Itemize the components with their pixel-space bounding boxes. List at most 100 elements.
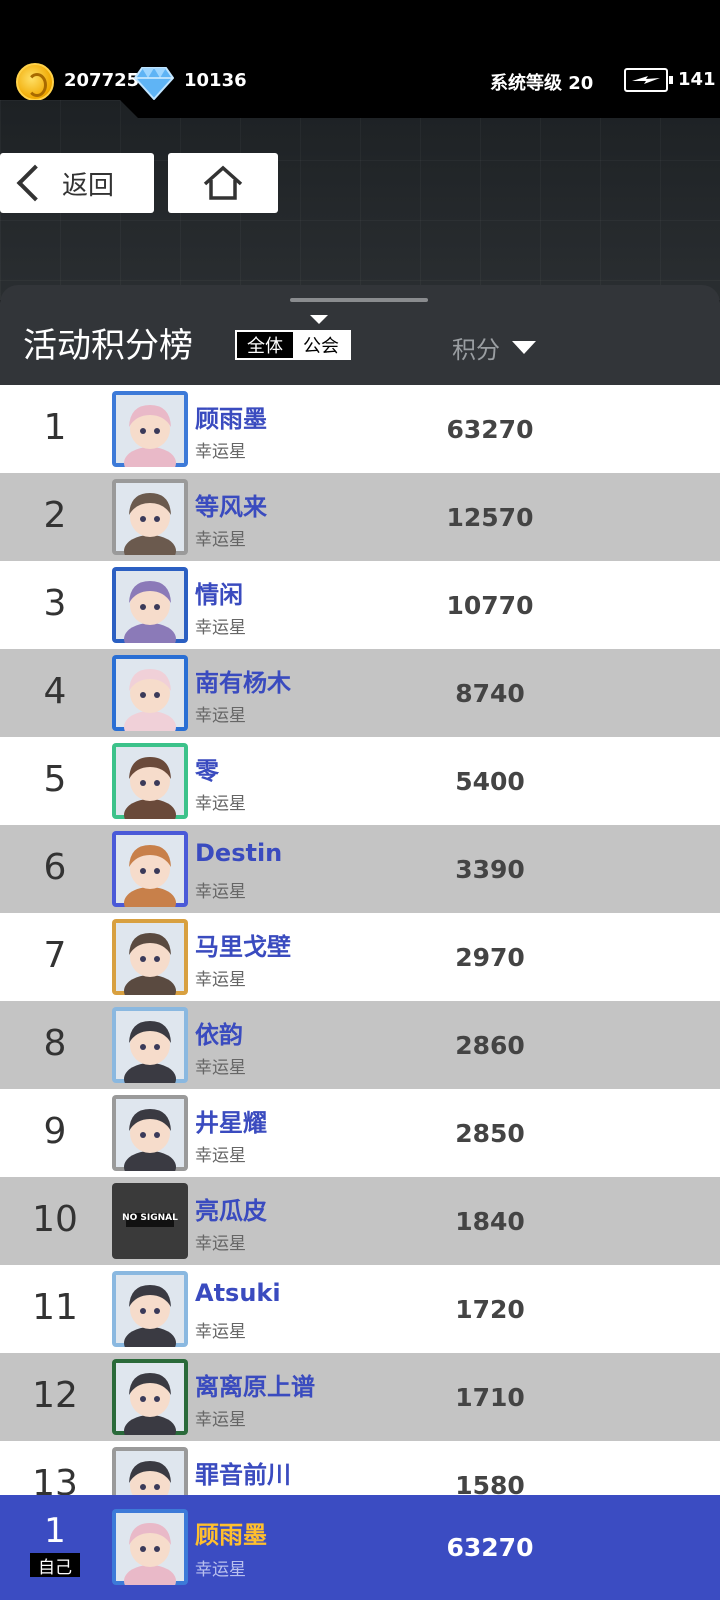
rank-number: 7 bbox=[43, 935, 67, 976]
diamond-count: 10136 bbox=[184, 70, 247, 91]
self-score: 63270 bbox=[446, 1533, 534, 1562]
table-row[interactable]: 4 南有杨木 幸运星 8740 bbox=[0, 649, 720, 737]
table-row[interactable]: 1 顾雨墨幸运星 63270 bbox=[0, 385, 720, 473]
avatar[interactable] bbox=[112, 567, 188, 643]
table-row[interactable]: 8 依韵 幸运星 2860 bbox=[0, 1001, 720, 1089]
diamond-icon bbox=[134, 67, 174, 100]
avatar-portrait-icon bbox=[112, 831, 188, 907]
avatar[interactable] bbox=[112, 1007, 188, 1083]
sort-dropdown[interactable]: 积分 bbox=[452, 330, 536, 365]
player-score: 1580 bbox=[455, 1471, 525, 1495]
player-title: 幸运星 bbox=[195, 442, 246, 462]
rank-number: 8 bbox=[43, 1023, 67, 1064]
page-title: 活动积分榜 bbox=[23, 326, 193, 366]
avatar[interactable] bbox=[112, 919, 188, 995]
chevron-left-icon bbox=[16, 164, 54, 202]
avatar[interactable] bbox=[112, 1447, 188, 1495]
avatar[interactable] bbox=[112, 1271, 188, 1347]
self-rank: 1 bbox=[44, 1511, 66, 1551]
avatar[interactable] bbox=[112, 391, 188, 467]
system-level: 系统等级 20 bbox=[490, 73, 594, 94]
player-title: 幸运星 bbox=[195, 1058, 246, 1078]
avatar-portrait-icon bbox=[112, 567, 188, 643]
avatar-portrait-icon bbox=[112, 1095, 188, 1171]
avatar-portrait-icon bbox=[112, 479, 188, 555]
table-row[interactable]: 12 离离原上谱 幸运星 1710 bbox=[0, 1353, 720, 1441]
avatar-portrait-icon bbox=[112, 1271, 188, 1347]
home-button[interactable] bbox=[168, 153, 278, 213]
rank-number: 4 bbox=[43, 671, 67, 712]
sort-label: 积分 bbox=[452, 336, 500, 364]
rank-number: 11 bbox=[32, 1287, 78, 1328]
table-row[interactable]: 9 井星耀幸运星 2850 bbox=[0, 1089, 720, 1177]
player-name: 依韵 bbox=[195, 1021, 243, 1049]
back-label: 返回 bbox=[62, 170, 115, 201]
player-score: 8740 bbox=[455, 679, 525, 708]
status-bar: 207725 10136 系统等级 20 141 bbox=[0, 0, 720, 115]
table-row[interactable]: 7 马里戈壁 幸运星 2970 bbox=[0, 913, 720, 1001]
table-row[interactable]: 10 NO SIGNAL 亮瓜皮 幸运星 1840 bbox=[0, 1177, 720, 1265]
tab-all[interactable]: 全体 bbox=[237, 332, 293, 358]
player-title: 幸运星 bbox=[195, 882, 246, 902]
table-row[interactable]: 2 等风来 幸运星 12570 bbox=[0, 473, 720, 561]
player-score: 1710 bbox=[455, 1383, 525, 1412]
avatar-portrait-icon bbox=[112, 919, 188, 995]
avatar-portrait-icon bbox=[112, 1509, 188, 1585]
avatar[interactable] bbox=[112, 479, 188, 555]
tab-guild[interactable]: 公会 bbox=[293, 332, 349, 358]
energy-icon bbox=[624, 68, 673, 92]
rank-number: 13 bbox=[32, 1463, 78, 1495]
table-row[interactable]: 13罪音前川幸运星1580 bbox=[0, 1441, 720, 1495]
player-name: 罪音前川 bbox=[195, 1461, 291, 1489]
avatar[interactable] bbox=[112, 743, 188, 819]
avatar[interactable] bbox=[112, 1509, 188, 1585]
avatar-portrait-icon bbox=[112, 1447, 188, 1495]
player-name: 南有杨木 bbox=[195, 669, 291, 697]
back-button[interactable]: 返回 bbox=[0, 153, 154, 213]
player-score: 12570 bbox=[446, 503, 534, 532]
coin-count: 207725 bbox=[64, 70, 140, 91]
player-name: 离离原上谱 bbox=[195, 1373, 315, 1401]
table-row[interactable]: 3 情闲 幸运星 10770 bbox=[0, 561, 720, 649]
player-score: 2970 bbox=[455, 943, 525, 972]
player-score: 10770 bbox=[446, 591, 534, 620]
player-name: 井星耀 bbox=[195, 1109, 267, 1137]
player-name: 零 bbox=[195, 757, 219, 785]
table-row[interactable]: 6 Destin 幸运星 3390 bbox=[0, 825, 720, 913]
player-title: 幸运星 bbox=[195, 1146, 246, 1166]
avatar[interactable] bbox=[112, 831, 188, 907]
avatar[interactable]: NO SIGNAL bbox=[112, 1183, 188, 1259]
player-score: 1840 bbox=[455, 1207, 525, 1236]
player-title: 幸运星 bbox=[195, 1322, 246, 1342]
table-row[interactable]: 11 Atsuki 幸运星 1720 bbox=[0, 1265, 720, 1353]
table-row[interactable]: 5 零幸运星 5400 bbox=[0, 737, 720, 825]
rank-number: 1 bbox=[43, 407, 67, 448]
player-score: 2850 bbox=[455, 1119, 525, 1148]
rank-number: 3 bbox=[43, 583, 67, 624]
player-score: 3390 bbox=[455, 855, 525, 884]
ranking-list[interactable]: 1 顾雨墨 幸运星 63270 2 等风来 幸运星 12570 3 情闲 幸运星 10770 4 南有杨木… bbox=[0, 385, 720, 1495]
player-title: 幸运星 bbox=[195, 1410, 246, 1430]
scope-toggle: 全体 公会 bbox=[235, 330, 351, 360]
player-score: 63270 bbox=[446, 415, 534, 444]
player-name: 亮瓜皮 bbox=[195, 1197, 267, 1225]
rank-number: 9 bbox=[43, 1111, 67, 1152]
rank-number: 2 bbox=[43, 495, 67, 536]
coin-icon bbox=[16, 63, 54, 101]
player-name: 顾雨墨 bbox=[195, 405, 267, 433]
player-name: 等风来 bbox=[195, 493, 267, 521]
player-title: 幸运星 bbox=[195, 970, 246, 990]
header-edge bbox=[120, 100, 720, 118]
player-name: Destin bbox=[195, 839, 283, 867]
home-icon bbox=[203, 165, 243, 200]
panel-handle[interactable] bbox=[290, 298, 428, 302]
self-badge: 自己 bbox=[30, 1553, 80, 1578]
player-name: Atsuki bbox=[195, 1279, 281, 1307]
avatar[interactable] bbox=[112, 1359, 188, 1435]
avatar[interactable] bbox=[112, 1095, 188, 1171]
self-rank-bar: 1 自己 顾雨墨 幸运星 63270 bbox=[0, 1495, 720, 1600]
self-title: 幸运星 bbox=[195, 1560, 246, 1580]
rank-number: 6 bbox=[43, 847, 67, 888]
avatar-portrait-icon bbox=[112, 655, 188, 731]
avatar[interactable] bbox=[112, 655, 188, 731]
